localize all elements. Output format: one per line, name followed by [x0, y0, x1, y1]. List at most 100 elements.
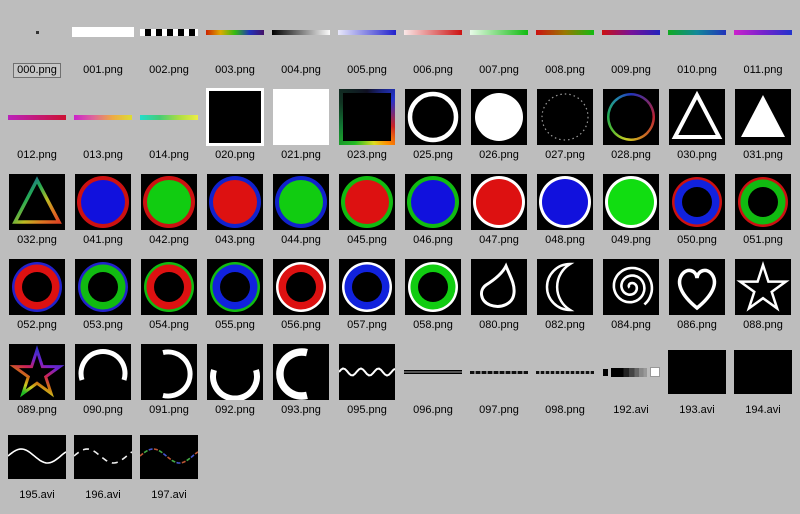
- file-item[interactable]: 000.png: [4, 3, 70, 88]
- file-thumbnail: [532, 173, 598, 231]
- file-thumbnail: [136, 343, 202, 401]
- file-label: 046.png: [409, 233, 457, 248]
- file-label: 054.png: [145, 318, 193, 333]
- file-item[interactable]: 004.png: [268, 3, 334, 88]
- file-item[interactable]: 196.avi: [70, 428, 136, 513]
- file-label: 000.png: [13, 63, 61, 78]
- file-item[interactable]: 058.png: [400, 258, 466, 343]
- file-label: 049.png: [607, 233, 655, 248]
- file-item[interactable]: 009.png: [598, 3, 664, 88]
- file-item[interactable]: 057.png: [334, 258, 400, 343]
- file-item[interactable]: 197.avi: [136, 428, 202, 513]
- file-item[interactable]: 089.png: [4, 343, 70, 428]
- file-item[interactable]: 192.avi: [598, 343, 664, 428]
- file-thumbnail: [70, 3, 136, 61]
- file-item[interactable]: 006.png: [400, 3, 466, 88]
- file-thumbnail: [334, 343, 400, 401]
- file-label: 009.png: [607, 63, 655, 78]
- file-thumbnail: [4, 3, 70, 61]
- file-item[interactable]: 084.png: [598, 258, 664, 343]
- file-label: 006.png: [409, 63, 457, 78]
- file-item[interactable]: 028.png: [598, 88, 664, 173]
- file-item[interactable]: 098.png: [532, 343, 598, 428]
- file-item[interactable]: 195.avi: [4, 428, 70, 513]
- file-item[interactable]: 031.png: [730, 88, 796, 173]
- file-label: 056.png: [277, 318, 325, 333]
- file-item[interactable]: 011.png: [730, 3, 796, 88]
- file-label: 005.png: [343, 63, 391, 78]
- file-item[interactable]: 047.png: [466, 173, 532, 258]
- file-label: 080.png: [475, 318, 523, 333]
- file-item[interactable]: 044.png: [268, 173, 334, 258]
- file-thumbnail: [70, 173, 136, 231]
- file-item[interactable]: 056.png: [268, 258, 334, 343]
- file-thumbnail: [400, 258, 466, 316]
- file-label: 004.png: [277, 63, 325, 78]
- file-item[interactable]: 046.png: [400, 173, 466, 258]
- file-item[interactable]: 045.png: [334, 173, 400, 258]
- file-item[interactable]: 030.png: [664, 88, 730, 173]
- file-label: 086.png: [673, 318, 721, 333]
- file-item[interactable]: 097.png: [466, 343, 532, 428]
- file-item[interactable]: 032.png: [4, 173, 70, 258]
- file-item[interactable]: 048.png: [532, 173, 598, 258]
- file-item[interactable]: 194.avi: [730, 343, 796, 428]
- file-item[interactable]: 008.png: [532, 3, 598, 88]
- file-item[interactable]: 041.png: [70, 173, 136, 258]
- file-label: 043.png: [211, 233, 259, 248]
- file-item[interactable]: 050.png: [664, 173, 730, 258]
- file-label: 021.png: [277, 148, 325, 163]
- file-item[interactable]: 049.png: [598, 173, 664, 258]
- file-item[interactable]: 007.png: [466, 3, 532, 88]
- file-thumbnail: [598, 343, 664, 401]
- file-item[interactable]: 091.png: [136, 343, 202, 428]
- file-thumbnail: [136, 428, 202, 486]
- file-item[interactable]: 093.png: [268, 343, 334, 428]
- file-item[interactable]: 080.png: [466, 258, 532, 343]
- file-label: 001.png: [79, 63, 127, 78]
- file-label: 002.png: [145, 63, 193, 78]
- file-item[interactable]: 014.png: [136, 88, 202, 173]
- file-item[interactable]: 027.png: [532, 88, 598, 173]
- file-thumbnail: [598, 3, 664, 61]
- file-label: 095.png: [343, 403, 391, 418]
- file-item[interactable]: 086.png: [664, 258, 730, 343]
- file-item[interactable]: 010.png: [664, 3, 730, 88]
- file-item[interactable]: 020.png: [202, 88, 268, 173]
- file-item[interactable]: 095.png: [334, 343, 400, 428]
- file-item[interactable]: 025.png: [400, 88, 466, 173]
- file-thumbnail: [334, 173, 400, 231]
- file-item[interactable]: 012.png: [4, 88, 70, 173]
- file-thumbnail: [664, 343, 730, 401]
- file-item[interactable]: 090.png: [70, 343, 136, 428]
- file-item[interactable]: 001.png: [70, 3, 136, 88]
- file-label: 030.png: [673, 148, 721, 163]
- file-item[interactable]: 054.png: [136, 258, 202, 343]
- file-item[interactable]: 005.png: [334, 3, 400, 88]
- file-item[interactable]: 002.png: [136, 3, 202, 88]
- file-item[interactable]: 055.png: [202, 258, 268, 343]
- file-item[interactable]: 092.png: [202, 343, 268, 428]
- file-item[interactable]: 023.png: [334, 88, 400, 173]
- file-item[interactable]: 003.png: [202, 3, 268, 88]
- file-thumbnail: [268, 343, 334, 401]
- file-item[interactable]: 042.png: [136, 173, 202, 258]
- file-item[interactable]: 053.png: [70, 258, 136, 343]
- file-thumbnail: [664, 258, 730, 316]
- file-item[interactable]: 193.avi: [664, 343, 730, 428]
- file-thumbnail: [4, 88, 70, 146]
- file-item[interactable]: 088.png: [730, 258, 796, 343]
- file-item[interactable]: 021.png: [268, 88, 334, 173]
- file-item[interactable]: 052.png: [4, 258, 70, 343]
- file-label: 192.avi: [609, 403, 652, 418]
- file-thumbnail: [136, 173, 202, 231]
- file-item[interactable]: 043.png: [202, 173, 268, 258]
- file-thumbnail: [400, 173, 466, 231]
- file-item[interactable]: 096.png: [400, 343, 466, 428]
- file-item[interactable]: 026.png: [466, 88, 532, 173]
- file-label: 058.png: [409, 318, 457, 333]
- file-item[interactable]: 051.png: [730, 173, 796, 258]
- file-item[interactable]: 082.png: [532, 258, 598, 343]
- file-thumbnail: [334, 3, 400, 61]
- file-item[interactable]: 013.png: [70, 88, 136, 173]
